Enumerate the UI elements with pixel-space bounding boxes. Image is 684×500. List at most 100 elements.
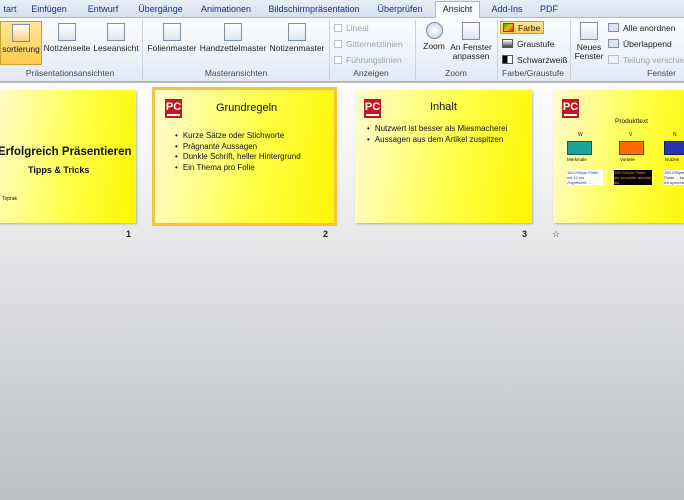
tab-review[interactable]: Überprüfen — [372, 2, 428, 18]
slide-number-3: 3 — [522, 229, 528, 239]
ribbon-tab-bar: tart Einfügen Entwurf Übergänge Animatio… — [0, 0, 684, 19]
box-text: 150-G/Byte Platte, die schneller arbeite… — [614, 170, 652, 185]
grayscale-label: Graustufe — [517, 39, 555, 49]
slide-thumbnail-2[interactable]: PC Grundregeln Kurze Sätze oder Stichwor… — [152, 87, 337, 226]
reading-view-button[interactable]: Leseansicht — [93, 23, 139, 53]
group-label-master-views: Masteransichten — [204, 68, 268, 78]
box-text: 150-G/Byte Platte mit 10 ms Zugriffszeit… — [567, 170, 603, 185]
bullet-item: Prägnante Aussagen — [175, 142, 301, 153]
merkmale-box — [567, 141, 592, 155]
bullet-item: Kurze Sätze oder Stichworte — [175, 131, 301, 142]
vorteile-box — [619, 141, 644, 155]
slide-bullet-list: Kurze Sätze oder Stichworte Prägnante Au… — [175, 131, 301, 173]
slide-number-1: 1 — [126, 229, 132, 239]
checkbox-box — [334, 56, 342, 64]
black-white-label: Schwarzweiß — [517, 55, 568, 65]
pc-logo: PC — [562, 99, 579, 118]
gridlines-checkbox[interactable]: Gitternetzlinien — [334, 39, 403, 49]
reading-view-label: Leseansicht — [93, 43, 139, 53]
slide-thumbnail-1[interactable]: PC Erfolgreich Präsentieren Tipps & Tric… — [0, 90, 136, 223]
color-button[interactable]: Farbe — [500, 21, 545, 34]
bullet-item: Dunkle Schrift, heller Hintergrund — [175, 152, 301, 163]
slide-master-label: Folienmaster — [147, 43, 197, 53]
slide-master-button[interactable]: Folienmaster — [146, 23, 198, 53]
black-white-button[interactable]: Schwarzweiß — [502, 54, 568, 67]
magnifier-icon — [425, 22, 443, 39]
new-window-label-2: Fenster — [574, 51, 604, 61]
slide-author: Toprak — [2, 196, 18, 202]
handout-master-label: Handzettelmaster — [199, 43, 267, 53]
box-label: Nutzen — [665, 157, 680, 162]
slide-sorter-icon — [12, 24, 30, 42]
move-split-icon — [608, 55, 619, 64]
ribbon: sortierung Notizenseite Leseansicht Präs… — [0, 18, 684, 82]
tab-slideshow[interactable]: Bildschirmpräsentation — [264, 2, 364, 18]
new-window-icon — [580, 22, 598, 40]
fit-to-window-icon — [462, 22, 480, 40]
checkbox-box — [334, 24, 342, 32]
transition-star-icon: ☆ — [552, 229, 561, 239]
guides-checkbox[interactable]: Führungslinien — [334, 55, 402, 65]
tab-transitions[interactable]: Übergänge — [133, 2, 188, 18]
slide-sorter-area: PC Erfolgreich Präsentieren Tipps & Tric… — [0, 83, 684, 500]
color-label: Farbe — [518, 23, 541, 33]
cascade-button[interactable]: Überlappend — [608, 38, 672, 51]
tab-insert[interactable]: Einfügen — [26, 2, 72, 18]
pc-logo: PC — [364, 99, 381, 118]
guides-label: Führungslinien — [346, 55, 402, 65]
tab-pdf[interactable]: PDF — [535, 2, 563, 18]
slide-thumbnail-3[interactable]: PC Inhalt Nutzwert ist besser als Miesma… — [355, 90, 532, 223]
ruler-checkbox[interactable]: Lineal — [334, 23, 369, 33]
ruler-label: Lineal — [346, 23, 369, 33]
notes-master-button[interactable]: Notizenmaster — [268, 23, 326, 53]
arrange-all-button[interactable]: Alle anordnen — [608, 22, 675, 35]
zoom-button[interactable]: Zoom — [419, 22, 449, 51]
zoom-label: Zoom — [423, 41, 445, 51]
tab-view[interactable]: Ansicht — [435, 1, 480, 19]
handout-master-icon — [224, 23, 242, 41]
arrange-all-label: Alle anordnen — [623, 23, 676, 33]
pc-logo: PC — [165, 99, 182, 118]
tab-addins[interactable]: Add-Ins — [487, 2, 527, 18]
group-label-window: Fenster — [647, 68, 676, 78]
bullet-item: Aussagen aus dem Artikel zuspitzen — [367, 135, 507, 146]
new-window-button[interactable]: Neues Fenster — [574, 22, 604, 61]
box-label: Vorteile — [620, 157, 636, 162]
nutzen-box — [664, 141, 684, 155]
group-separator — [329, 20, 330, 80]
notes-page-label: Notizenseite — [43, 43, 91, 53]
handout-master-button[interactable]: Handzettelmaster — [199, 23, 267, 53]
checkbox-box — [334, 40, 342, 48]
slide-bullet-list: Nutzwert ist besser als Miesmacherei Aus… — [367, 124, 507, 145]
arrange-all-icon — [608, 23, 619, 32]
tab-design[interactable]: Entwurf — [82, 2, 124, 18]
box-top-letter: W — [578, 132, 583, 138]
tab-start[interactable]: tart — [0, 2, 20, 18]
group-separator — [570, 20, 571, 80]
notes-page-button[interactable]: Notizenseite — [43, 23, 91, 53]
group-label-color: Farbe/Graustufe — [502, 68, 564, 78]
slide-title: Erfolgreich Präsentieren — [0, 146, 132, 158]
notes-page-icon — [58, 23, 76, 41]
slide-subtitle: Tipps & Tricks — [28, 165, 90, 175]
slide-sorter-button[interactable]: sortierung — [0, 21, 42, 65]
move-split-button[interactable]: Teilung verschie — [608, 54, 684, 67]
group-label-presentation-views: Präsentationsansichten — [25, 68, 115, 78]
slide-sorter-label: sortierung — [2, 44, 40, 54]
grayscale-button[interactable]: Graustufe — [502, 38, 554, 51]
fit-to-window-button[interactable]: An Fenster anpassen — [449, 22, 493, 61]
group-label-show: Anzeigen — [353, 68, 389, 78]
color-swatch-icon — [503, 23, 514, 32]
slide-master-icon — [163, 23, 181, 41]
slide-thumbnail-4[interactable]: PC Produkttext W Merkmale 150-G/Byte Pla… — [553, 90, 684, 223]
bullet-item: Ein Thema pro Folie — [175, 163, 301, 174]
box-top-letter: V — [629, 132, 633, 138]
reading-view-icon — [107, 23, 125, 41]
slide-number-2: 2 — [323, 229, 329, 239]
group-label-zoom: Zoom — [445, 68, 467, 78]
notes-master-label: Notizenmaster — [269, 43, 325, 53]
notes-master-icon — [288, 23, 306, 41]
box-label: Merkmale — [567, 157, 587, 162]
cascade-label: Überlappend — [623, 39, 672, 49]
tab-animations[interactable]: Animationen — [196, 2, 256, 18]
